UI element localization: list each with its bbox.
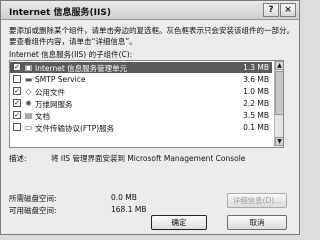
item-size: 2.2 MB — [243, 99, 269, 108]
checkbox[interactable] — [13, 123, 21, 131]
required-space-value: 0.0 MB — [111, 193, 137, 202]
list-item[interactable]: ▭ 文件传输协议(FTP)服务 0.1 MB — [10, 122, 272, 133]
computer-icon: ▬ — [24, 75, 33, 84]
item-label: Internet 信息服务管理单元 — [35, 64, 128, 73]
list-item[interactable]: ✓ ◇ 公用文件 1.0 MB — [10, 86, 272, 97]
checkbox[interactable]: ✓ — [13, 111, 21, 119]
cancel-button[interactable]: 取消 — [227, 215, 287, 230]
iis-dialog: Internet 信息服务(IIS) ? × 要添加或删除某个组件，请单击旁边的… — [0, 0, 300, 235]
item-size: 3.5 MB — [243, 111, 269, 120]
item-label: 文件传输协议(FTP)服务 — [35, 124, 115, 133]
list-item[interactable]: ✓ ✹ 万维网服务 2.2 MB — [10, 98, 272, 109]
scroll-thumb[interactable] — [275, 71, 283, 115]
title-bar[interactable]: Internet 信息服务(IIS) ? × — [1, 1, 299, 20]
vertical-scrollbar[interactable]: ▲ ▼ — [274, 61, 283, 147]
checkbox[interactable]: ✓ — [13, 87, 21, 95]
list-item[interactable]: ✓ ▤ 文档 3.5 MB — [10, 110, 272, 121]
item-size: 1.3 MB — [243, 63, 269, 72]
close-button[interactable]: × — [280, 3, 296, 17]
folder-icon: ▭ — [24, 123, 33, 132]
scroll-up-icon[interactable]: ▲ — [275, 61, 283, 70]
item-size: 0.1 MB — [243, 123, 269, 132]
ok-button[interactable]: 确定 — [151, 215, 207, 230]
item-label: 文档 — [35, 112, 50, 121]
help-button[interactable]: ? — [263, 3, 279, 17]
item-label: SMTP Service — [35, 75, 86, 84]
file-icon: ◇ — [25, 87, 32, 96]
list-item[interactable]: ✓ ▣ Internet 信息服务管理单元 1.3 MB — [10, 62, 272, 73]
subcomponents-caption: Internet 信息服务(IIS) 的子组件(C): — [9, 50, 133, 59]
item-label: 公用文件 — [35, 88, 65, 97]
list-item[interactable]: ▬ SMTP Service 3.6 MB — [10, 74, 272, 85]
globe-icon: ✹ — [25, 99, 32, 108]
subcomponents-list[interactable]: ✓ ▣ Internet 信息服务管理单元 1.3 MB ▬ SMTP Serv… — [9, 60, 284, 148]
description-value: 将 IIS 管理界面安装到 Microsoft Management Conso… — [51, 154, 246, 163]
details-button[interactable]: 详细信息(D)... — [227, 193, 287, 208]
checkbox[interactable]: ✓ — [13, 63, 21, 71]
server-icon: ▣ — [24, 63, 33, 72]
document-icon: ▤ — [24, 111, 33, 120]
available-space-label: 可用磁盘空间: — [9, 206, 57, 215]
scroll-down-icon[interactable]: ▼ — [275, 137, 283, 146]
item-label: 万维网服务 — [35, 100, 73, 109]
checkbox[interactable]: ✓ — [13, 99, 21, 107]
item-size: 3.6 MB — [243, 75, 269, 84]
available-space-value: 168.1 MB — [111, 205, 147, 214]
item-size: 1.0 MB — [243, 87, 269, 96]
description-label: 描述: — [9, 154, 27, 163]
checkbox[interactable] — [13, 75, 21, 83]
required-space-label: 所需磁盘空间: — [9, 194, 57, 203]
instructions-text: 要添加或删除某个组件，请单击旁边的复选框。灰色框表示只会安装该组件的一部分。要查… — [9, 26, 294, 46]
window-title: Internet 信息服务(IIS) — [9, 8, 111, 18]
